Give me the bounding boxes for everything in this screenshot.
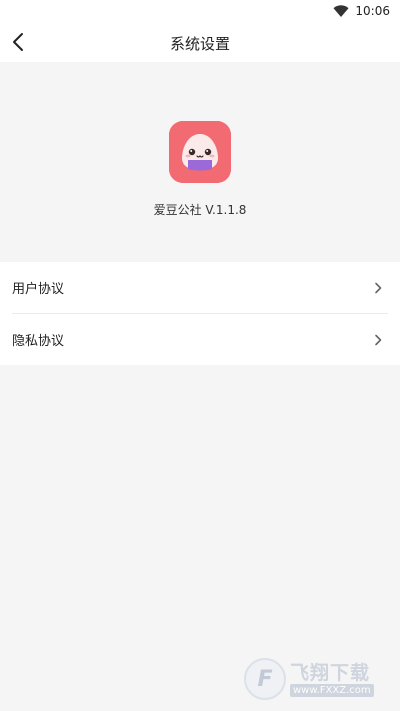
chevron-right-icon	[375, 334, 382, 345]
wifi-icon	[333, 5, 349, 17]
status-time: 10:06	[355, 4, 390, 18]
watermark-logo-icon: F	[244, 658, 286, 700]
page-title: 系统设置	[169, 35, 230, 53]
settings-menu: 用户协议 隐私协议	[0, 262, 400, 365]
menu-item-label: 用户协议	[12, 282, 65, 297]
watermark-url: www.FXXZ.com	[290, 683, 374, 697]
header-bar: 系统设置	[0, 22, 400, 62]
watermark-title: 飞翔下载	[290, 661, 371, 684]
chevron-right-icon	[375, 282, 382, 293]
watermark-text: 飞翔下载 www.FXXZ.com	[290, 662, 374, 697]
app-logo-icon	[169, 121, 231, 183]
menu-item-label: 隐私协议	[12, 334, 65, 349]
privacy-agreement-item[interactable]: 隐私协议	[0, 314, 400, 365]
status-indicators: 10:06	[333, 3, 390, 19]
app-name-version: 爱豆公社 V.1.1.8	[153, 203, 247, 217]
settings-screen: 10:06 系统设置 爱豆公社 V.1.1.8 用户协议 隐私协议 F 飞翔下载…	[0, 0, 400, 711]
status-bar: 10:06	[0, 0, 400, 22]
watermark: F 飞翔下载 www.FXXZ.com	[244, 656, 394, 702]
user-agreement-item[interactable]: 用户协议	[0, 262, 400, 313]
app-info-section: 爱豆公社 V.1.1.8	[0, 62, 400, 260]
